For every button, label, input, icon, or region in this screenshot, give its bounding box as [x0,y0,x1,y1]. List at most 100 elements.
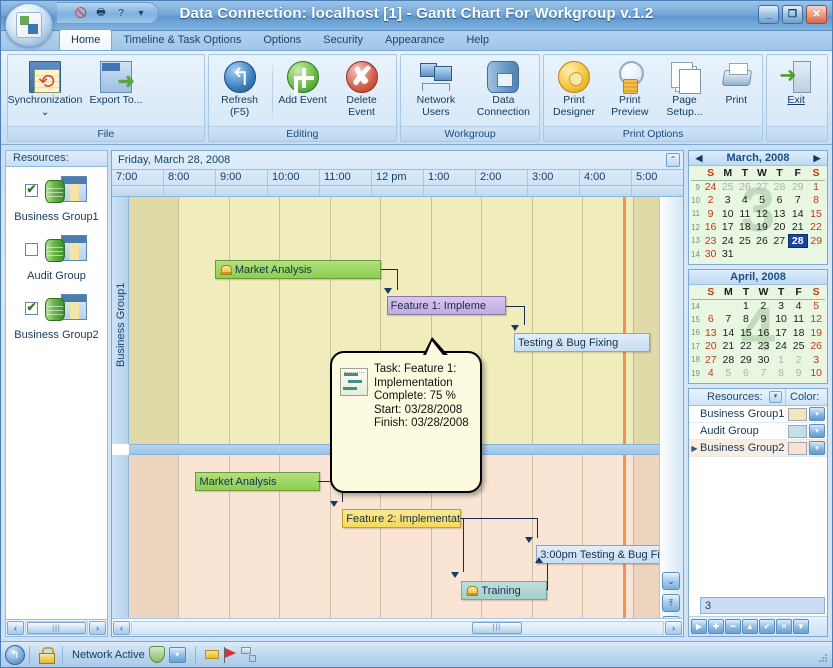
gantt-task-training[interactable]: Training [461,581,547,600]
resource-grid-row-business-group1[interactable]: Business Group1 ▾ [689,406,827,423]
color-swatch[interactable] [788,425,807,438]
calendar-day[interactable]: 10 [807,367,825,381]
calendar-day[interactable]: 11 [790,313,808,327]
tab-help[interactable]: Help [455,30,500,50]
calendar-day[interactable]: 30 [755,353,773,367]
tab-appearance[interactable]: Appearance [374,30,455,50]
calendar-day[interactable]: 3 [772,299,790,313]
calendar-day[interactable]: 9 [755,313,773,327]
print-designer-button[interactable]: Print Designer [546,59,602,120]
app-menu-orb-button[interactable] [5,3,53,47]
export-to-button[interactable]: Export To... [81,59,151,109]
calendar-day[interactable]: 27 [771,234,789,248]
resource-checkbox-business-group2[interactable] [25,302,38,315]
scroll-bottom-button[interactable]: ⤓ [662,616,680,618]
calendar-day[interactable]: 19 [753,221,770,235]
delete-event-button[interactable]: Delete Event [331,59,393,120]
dropdown-icon[interactable]: ▾ [169,647,186,663]
calendar-day[interactable]: 29 [807,234,825,248]
resource-item-business-group1[interactable]: Business Group1 [6,167,107,226]
nav-more-button[interactable]: ▼ [793,619,809,634]
scroll-left-button[interactable]: ‹ [7,621,24,635]
resource-grid-row-business-group2[interactable]: ▶ Business Group2 ▾ [689,440,827,457]
scroll-track[interactable]: ||| [25,621,88,635]
resources-horizontal-scrollbar[interactable]: ‹ ||| › [5,620,108,637]
collapse-icon[interactable]: ⌃ [666,153,680,167]
calendar-day[interactable]: 4 [702,367,720,381]
calendar-day[interactable]: 21 [720,340,738,354]
calendar-day[interactable]: 4 [790,299,808,313]
exit-button[interactable]: Exit [769,59,823,109]
color-swatch[interactable] [788,408,807,421]
scroll-top-button[interactable]: ⤒ [662,594,680,612]
gantt-task-testing-bug-fixing-1[interactable]: Testing & Bug Fixing [514,333,650,352]
scroll-thumb[interactable]: ||| [27,622,86,634]
calendar-day[interactable]: 7 [755,367,773,381]
resource-grid-row-audit-group[interactable]: Audit Group ▾ [689,423,827,440]
nav-cancel-button[interactable]: ✕ [776,619,792,634]
network-users-button[interactable]: Network Users [403,59,469,120]
calendar-day[interactable]: 9 [790,367,808,381]
resource-checkbox-audit-group[interactable] [25,243,38,256]
calendar-day[interactable]: 6 [737,367,755,381]
calendar-day[interactable]: 20 [771,221,789,235]
calendar-day[interactable]: 25 [719,180,736,194]
resources-filter-dropdown-icon[interactable]: ▾ [769,391,782,403]
calendar-day[interactable]: 26 [807,340,825,354]
calendar-day[interactable]: 3 [807,353,825,367]
calendar-day[interactable]: 2 [790,353,808,367]
calendar-day[interactable]: 5 [753,194,770,208]
calendar-day[interactable]: 1 [807,180,825,194]
gantt-task-feature-2[interactable]: Feature 2: Implementati [342,509,461,528]
calendar-day[interactable]: 26 [736,180,753,194]
calendar-day[interactable]: 25 [736,234,753,248]
calendar-day[interactable]: 30 [702,248,719,262]
calendar-day[interactable]: 5 [720,367,738,381]
data-connection-button[interactable]: Data Connection [470,59,538,120]
nav-edit-button[interactable]: ▲ [742,619,758,634]
calendar-day[interactable]: 2 [755,299,773,313]
calendar-day[interactable]: 10 [772,313,790,327]
calendar-day[interactable]: 27 [753,180,770,194]
tab-home[interactable]: Home [59,29,112,50]
add-event-button[interactable]: Add Event [276,59,330,109]
calendar-day[interactable]: 28 [771,180,789,194]
scroll-down-button[interactable]: ⌄ [662,572,680,590]
print-preview-button[interactable]: Print Preview [603,59,657,120]
calendar-day[interactable]: 16 [702,221,719,235]
tab-security[interactable]: Security [312,30,374,50]
gantt-scroll-track[interactable]: ||| [131,621,664,635]
calendar-day[interactable]: 5 [807,299,825,313]
calendar-day-selected[interactable]: 28 [788,234,807,248]
calendar-day[interactable]: 13 [771,207,789,221]
calendar-day[interactable]: 15 [737,326,755,340]
back-icon[interactable]: ↰ [5,645,25,665]
calendar-day[interactable]: 16 [755,326,773,340]
calendar-day[interactable]: 31 [719,248,736,262]
gantt-scroll-right-button[interactable]: › [665,621,682,635]
calendar-day[interactable]: 15 [807,207,825,221]
color-dropdown-icon[interactable]: ▾ [809,424,825,438]
calendar-day[interactable]: 21 [788,221,807,235]
calendar-day[interactable]: 28 [720,353,738,367]
gantt-horizontal-scrollbar[interactable]: ‹ ||| › [112,618,683,636]
calendar-day[interactable]: 24 [772,340,790,354]
resize-grip[interactable] [818,653,829,664]
gantt-task-market-analysis-1[interactable]: Market Analysis [215,260,381,279]
flag-icon[interactable] [223,647,237,663]
gantt-task-market-analysis-2[interactable]: Market Analysis [195,472,320,491]
calendar-day[interactable]: 7 [788,194,807,208]
calendar-day[interactable]: 23 [755,340,773,354]
maximize-button[interactable]: ❐ [782,5,803,24]
calendar-day[interactable]: 8 [737,313,755,327]
color-dropdown-icon[interactable]: ▾ [809,441,825,455]
calendar-day[interactable]: 17 [772,326,790,340]
nav-first-button[interactable]: ▶ [691,619,707,634]
calendar-day[interactable]: 25 [790,340,808,354]
calendar-day[interactable]: 24 [719,234,736,248]
gantt-task-feature-1[interactable]: Feature 1: Impleme [387,296,506,315]
synchronization-chevron-down-icon[interactable]: ⌄ [41,107,50,119]
calendar-day[interactable]: 20 [702,340,720,354]
calendar-day[interactable]: 14 [788,207,807,221]
minimize-button[interactable]: _ [758,5,779,24]
